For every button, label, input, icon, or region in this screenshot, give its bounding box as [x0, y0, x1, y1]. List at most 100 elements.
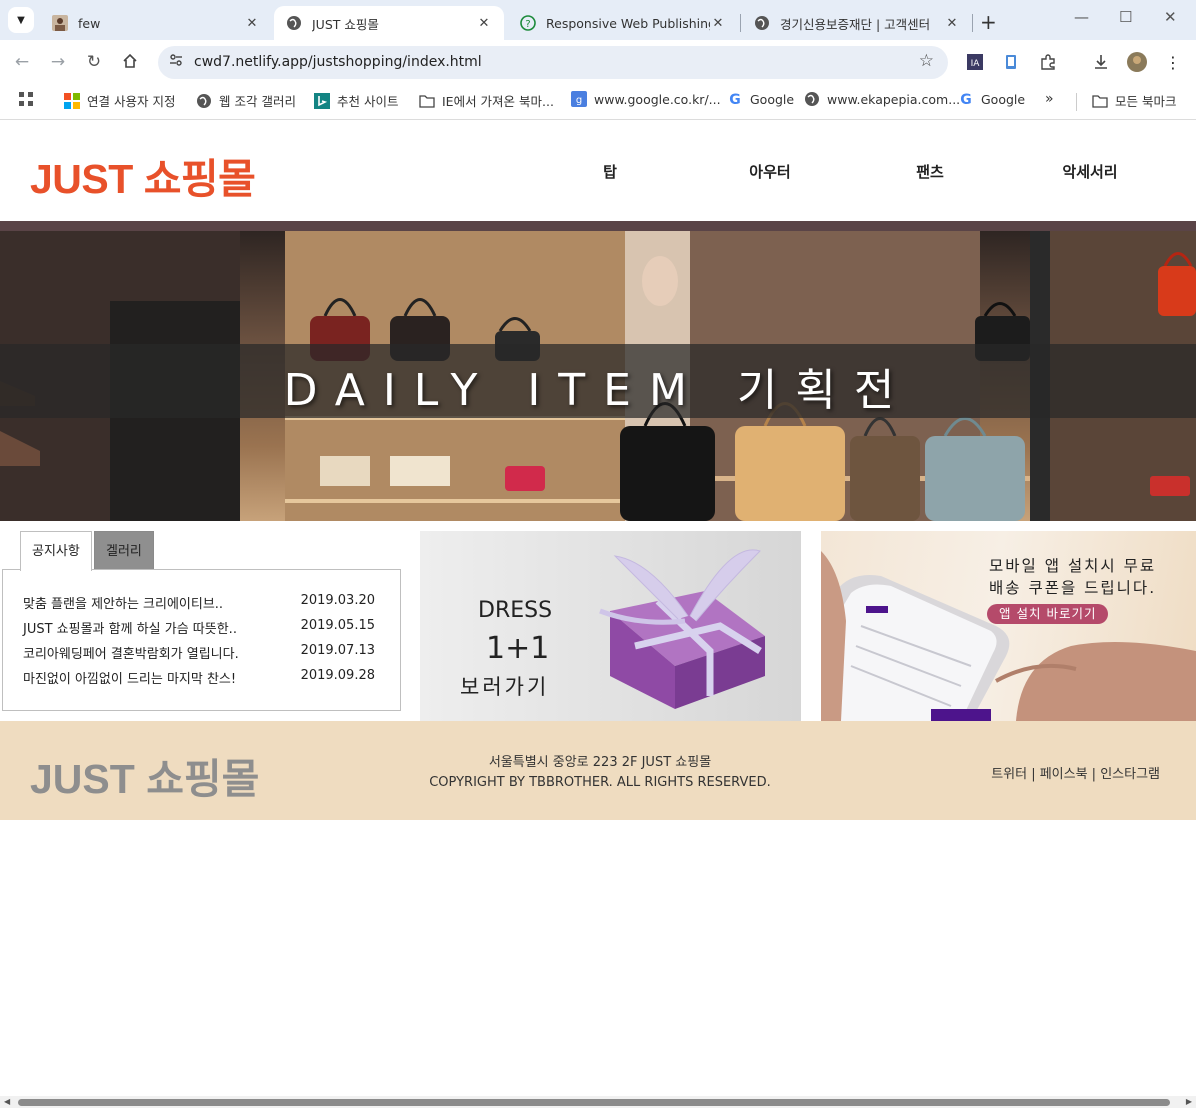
- forward-arrow-icon[interactable]: →: [48, 52, 68, 72]
- window-close-icon[interactable]: ✕: [1164, 8, 1177, 26]
- tab-title: JUST 쇼핑몰: [312, 16, 379, 32]
- nav-item-pants[interactable]: 팬츠: [850, 161, 1010, 182]
- bookmark-ie-folder[interactable]: IE에서 가져온 북마...: [419, 91, 554, 110]
- tab-few[interactable]: few ✕: [40, 6, 272, 40]
- clipboard-extension-icon[interactable]: [1001, 52, 1021, 72]
- scrollbar-thumb[interactable]: [18, 1099, 1170, 1106]
- footer-logo[interactable]: JUST 쇼핑몰: [30, 745, 259, 805]
- promo-app-line1: 모바일 앱 설치시 무료: [989, 557, 1157, 575]
- app-install-button[interactable]: 앱 설치 바로기기: [987, 604, 1109, 624]
- bookmark-suggested[interactable]: 추천 사이트: [314, 91, 398, 110]
- tab-responsive-web[interactable]: ? Responsive Web Publishing ✕: [508, 6, 738, 40]
- bookmark-label: Google: [981, 91, 1026, 107]
- promo-dress-link[interactable]: 보러가기: [460, 671, 549, 701]
- bookmark-all[interactable]: 모든 북마크: [1092, 91, 1176, 110]
- footer-info: 서울특별시 중앙로 223 2F JUST 쇼핑몰 COPYRIGHT BY T…: [400, 753, 800, 793]
- folder-icon: [419, 93, 435, 109]
- apps-grid-icon[interactable]: [18, 91, 34, 107]
- notice-title[interactable]: 맞춤 플랜을 제안하는 크리에이티브..: [23, 593, 223, 612]
- horizontal-scrollbar[interactable]: ◀ ▶: [0, 1096, 1196, 1108]
- site-footer: JUST 쇼핑몰 서울특별시 중앙로 223 2F JUST 쇼핑몰 COPYR…: [0, 721, 1196, 820]
- footer-copyright: COPYRIGHT BY TBBROTHER. ALL RIGHTS RESER…: [429, 775, 771, 790]
- notice-item[interactable]: 코리아웨딩페어 결혼박람회가 열립니다. 2019.07.13: [23, 643, 375, 662]
- tab-just-shopping[interactable]: JUST 쇼핑몰 ✕: [274, 6, 504, 40]
- more-bookmarks-chevron-icon[interactable]: »: [1045, 91, 1054, 107]
- svg-text:?: ?: [525, 19, 530, 30]
- close-icon[interactable]: ✕: [244, 16, 260, 31]
- site-settings-icon[interactable]: [166, 52, 186, 72]
- tab-strip: ▼ few ✕ JUST 쇼핑몰 ✕ ? Responsive Web Publ…: [0, 0, 1196, 40]
- promo-dress-banner[interactable]: DRESS 1+1 보러가기: [420, 531, 801, 721]
- tab-title: few: [78, 15, 101, 31]
- site-logo[interactable]: JUST 쇼핑몰: [30, 145, 256, 205]
- notice-title[interactable]: 마진없이 아낌없이 드리는 마지막 찬스!: [23, 668, 236, 687]
- puzzle-extensions-icon[interactable]: [1038, 52, 1058, 72]
- maximize-icon[interactable]: ☐: [1119, 8, 1132, 26]
- home-icon[interactable]: [120, 52, 140, 72]
- bookmark-google-kr[interactable]: g www.google.co.kr/...: [571, 91, 721, 107]
- folder-icon: [1092, 93, 1108, 109]
- address-bar[interactable]: cwd7.netlify.app/justshopping/index.html…: [158, 46, 948, 79]
- svg-text:G: G: [960, 92, 972, 107]
- close-icon[interactable]: ✕: [944, 16, 960, 31]
- notice-date: 2019.07.13: [300, 643, 375, 658]
- bookmarks-bar: 연결 사용자 지정 웹 조각 갤러리 추천 사이트 IE에서 가져온 북마...…: [0, 84, 1196, 120]
- chevron-down-icon: ▼: [17, 14, 25, 26]
- close-icon[interactable]: ✕: [710, 16, 726, 31]
- notice-item[interactable]: 마진없이 아낌없이 드리는 마지막 찬스! 2019.09.28: [23, 668, 375, 687]
- bookmark-label: 모든 북마크: [1115, 94, 1177, 109]
- new-tab-plus-icon[interactable]: +: [980, 10, 997, 34]
- ia-extension-icon[interactable]: IA: [965, 52, 985, 72]
- tab-gyeonggi[interactable]: 경기신용보증재단 | 고객센터 ✕: [742, 6, 972, 40]
- tab-notice[interactable]: 공지사항: [20, 531, 92, 571]
- bookmark-label: www.google.co.kr/...: [594, 91, 721, 107]
- svg-text:g: g: [576, 95, 582, 106]
- url-text[interactable]: cwd7.netlify.app/justshopping/index.html: [194, 54, 482, 70]
- google-icon: G: [958, 91, 974, 107]
- notice-date: 2019.05.15: [300, 618, 375, 633]
- notice-title[interactable]: JUST 쇼핑몰과 함께 하실 가슴 따뜻한..: [23, 618, 237, 637]
- main-nav: 탑 아우터 팬츠 악세서리: [530, 161, 1170, 182]
- bookmark-label: Google: [750, 91, 795, 107]
- globe-icon: [286, 15, 302, 31]
- tab-separator: [972, 14, 973, 32]
- site-header: JUST 쇼핑몰 탑 아우터 팬츠 악세서리: [0, 121, 1196, 221]
- bookmark-ekapepia[interactable]: www.ekapepia.com...: [804, 91, 960, 107]
- microsoft-logo-icon: [64, 92, 80, 109]
- close-icon[interactable]: ✕: [476, 16, 492, 31]
- promo-app-banner[interactable]: 모바일 앱 설치시 무료 배송 쿠폰을 드립니다. 앱 설치 바로기기: [821, 531, 1196, 721]
- footer-address: 서울특별시 중앙로 223 2F JUST 쇼핑몰: [488, 755, 712, 770]
- reload-icon[interactable]: ↻: [84, 52, 104, 72]
- notice-title[interactable]: 코리아웨딩페어 결혼박람회가 열립니다.: [23, 643, 239, 662]
- bookmark-label: www.ekapepia.com...: [827, 91, 961, 107]
- bookmark-google-1[interactable]: G Google: [727, 91, 795, 108]
- scroll-right-icon[interactable]: ▶: [1186, 1097, 1192, 1106]
- minimize-icon[interactable]: —: [1074, 8, 1089, 26]
- nav-item-accessory[interactable]: 악세서리: [1010, 161, 1170, 182]
- bookmark-star-icon[interactable]: ☆: [919, 51, 934, 71]
- web-page: JUST 쇼핑몰 탑 아우터 팬츠 악세서리 DAILY ITEM 기획전 공지…: [0, 121, 1196, 1096]
- download-icon[interactable]: [1091, 52, 1111, 72]
- profile-avatar[interactable]: [1127, 52, 1147, 72]
- avatar-favicon-icon: [52, 15, 68, 31]
- notice-list: 맞춤 플랜을 제안하는 크리에이티브.. 2019.03.20 JUST 쇼핑몰…: [2, 569, 401, 711]
- footer-sns-links[interactable]: 트위터 | 페이스북 | 인스타그램: [991, 763, 1160, 782]
- more-menu-icon[interactable]: ⋮: [1163, 52, 1183, 72]
- scroll-left-icon[interactable]: ◀: [4, 1097, 10, 1106]
- svg-text:IA: IA: [971, 59, 981, 69]
- promo-dress-offer: 1+1: [486, 631, 550, 666]
- browser-toolbar: ← → ↻ cwd7.netlify.app/justshopping/inde…: [0, 40, 1196, 84]
- google-icon: G: [727, 91, 743, 107]
- tab-search-button[interactable]: ▼: [8, 7, 34, 33]
- bookmark-web-slice[interactable]: 웹 조각 갤러리: [196, 91, 296, 110]
- tab-title: Responsive Web Publishing: [546, 15, 710, 31]
- bookmark-customize[interactable]: 연결 사용자 지정: [64, 91, 175, 110]
- bookmark-label: IE에서 가져온 북마...: [442, 94, 554, 109]
- notice-item[interactable]: JUST 쇼핑몰과 함께 하실 가슴 따뜻한.. 2019.05.15: [23, 618, 375, 637]
- nav-item-outer[interactable]: 아우터: [690, 161, 850, 182]
- nav-item-top[interactable]: 탑: [530, 161, 690, 182]
- tab-gallery[interactable]: 겔러리: [94, 531, 154, 570]
- back-arrow-icon[interactable]: ←: [12, 52, 32, 72]
- notice-item[interactable]: 맞춤 플랜을 제안하는 크리에이티브.. 2019.03.20: [23, 593, 375, 612]
- bookmark-google-2[interactable]: G Google: [958, 91, 1026, 108]
